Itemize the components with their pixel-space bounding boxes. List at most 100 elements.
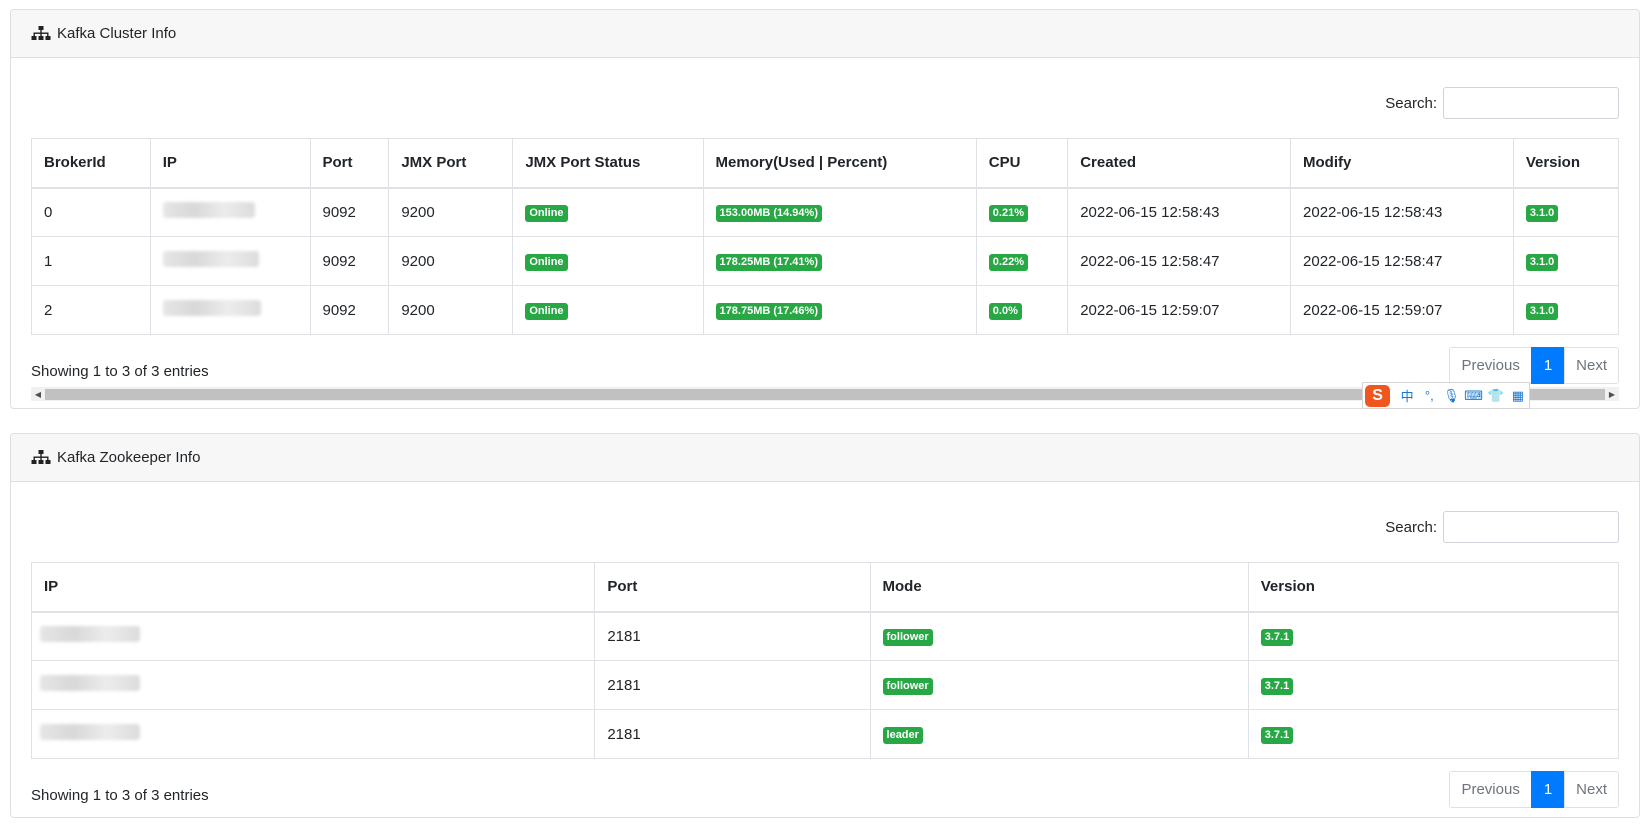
col-ip[interactable]: IP (31, 562, 596, 613)
zookeeper-entries-info: Showing 1 to 3 of 3 entries (31, 786, 209, 804)
mode-badge: leader (882, 726, 923, 744)
created-cell: 2022-06-15 12:58:43 (1067, 187, 1292, 237)
redacted-ip (40, 724, 140, 740)
cpu-cell: 0.22% (975, 236, 1069, 286)
cpu-cell: 0.21% (975, 187, 1069, 237)
port-cell: 2181 (594, 709, 871, 759)
cluster-search-label: Search: (1385, 94, 1437, 112)
status-badge: Online (525, 253, 568, 271)
port-cell: 2181 (594, 611, 871, 661)
status-badge: Online (525, 302, 568, 320)
redacted-ip (162, 251, 259, 267)
table-row: 0 9092 9200 Online 153.00MB (14.94%) 0.2… (31, 187, 1619, 237)
broker-id-cell: 1 (31, 236, 151, 286)
modify-cell: 2022-06-15 12:58:47 (1290, 236, 1514, 286)
scroll-right-icon[interactable]: ▶ (1605, 390, 1619, 399)
version-cell: 3.1.0 (1512, 285, 1619, 335)
col-jmx-port[interactable]: JMX Port (388, 138, 514, 189)
col-port[interactable]: Port (309, 138, 390, 189)
cpu-badge: 0.0% (988, 302, 1022, 320)
cluster-header-row: BrokerId IP Port JMX Port JMX Port Statu… (31, 138, 1619, 189)
previous-button[interactable]: Previous (1449, 346, 1532, 384)
redacted-ip (162, 202, 255, 219)
zookeeper-search: Search: (31, 482, 1619, 552)
col-port[interactable]: Port (594, 562, 871, 613)
mode-cell: follower (869, 660, 1249, 710)
mode-cell: leader (869, 709, 1249, 759)
punctuation-icon[interactable]: °, (1418, 388, 1440, 403)
jmx-status-cell: Online (512, 236, 704, 286)
memory-badge: 178.25MB (17.41%) (715, 253, 822, 271)
zookeeper-card-header: Kafka Zookeeper Info (11, 434, 1639, 482)
version-badge: 3.7.1 (1260, 628, 1294, 646)
cpu-cell: 0.0% (975, 285, 1069, 335)
cluster-info-card: Kafka Cluster Info Search: BrokerId IP P… (10, 9, 1640, 409)
table-row: 2 9092 9200 Online 178.75MB (17.46%) 0.0… (31, 285, 1619, 335)
broker-id-cell: 2 (31, 285, 151, 335)
memory-cell: 153.00MB (14.94%) (702, 187, 977, 237)
scroll-left-icon[interactable]: ◀ (31, 390, 45, 399)
sogou-logo-icon[interactable]: S (1365, 384, 1391, 407)
col-ip[interactable]: IP (149, 138, 311, 189)
microphone-icon[interactable]: 🎙 (1440, 388, 1462, 404)
port-cell: 9092 (309, 285, 390, 335)
version-badge: 3.1.0 (1525, 253, 1559, 271)
zookeeper-info-card: Kafka Zookeeper Info Search: IP Port Mod… (10, 433, 1640, 818)
ip-cell (149, 285, 311, 335)
cluster-table-wrap: BrokerId IP Port JMX Port JMX Port Statu… (31, 138, 1619, 335)
zookeeper-search-input[interactable] (1443, 511, 1619, 543)
zookeeper-search-label: Search: (1385, 518, 1437, 536)
page-1-button[interactable]: 1 (1530, 346, 1566, 384)
redacted-ip (40, 626, 140, 643)
jmx-port-cell: 9200 (388, 236, 514, 286)
memory-badge: 153.00MB (14.94%) (715, 204, 822, 222)
version-cell: 3.1.0 (1512, 236, 1619, 286)
cluster-table: BrokerId IP Port JMX Port JMX Port Statu… (31, 138, 1619, 335)
col-jmx-port-status[interactable]: JMX Port Status (512, 138, 704, 189)
table-row: 2181 follower 3.7.1 (31, 660, 1619, 710)
chinese-mode-icon[interactable]: 中 (1396, 386, 1418, 405)
col-cpu[interactable]: CPU (975, 138, 1069, 189)
memory-cell: 178.25MB (17.41%) (702, 236, 977, 286)
mode-cell: follower (869, 611, 1249, 661)
keyboard-icon[interactable]: ⌨ (1463, 388, 1485, 404)
ip-cell (149, 236, 311, 286)
ime-toolbar[interactable]: S 中 °, 🎙 ⌨ 👕 ▦ (1362, 382, 1530, 409)
created-cell: 2022-06-15 12:59:07 (1067, 285, 1292, 335)
next-button[interactable]: Next (1564, 770, 1619, 808)
port-cell: 9092 (309, 236, 390, 286)
redacted-ip (40, 675, 140, 691)
version-badge: 3.1.0 (1525, 204, 1559, 222)
next-button[interactable]: Next (1564, 346, 1619, 384)
page-1-button[interactable]: 1 (1530, 770, 1566, 808)
jmx-port-cell: 9200 (388, 187, 514, 237)
col-memory[interactable]: Memory(Used | Percent) (702, 138, 977, 189)
version-cell: 3.1.0 (1512, 187, 1619, 237)
jmx-status-cell: Online (512, 285, 704, 335)
port-cell: 2181 (594, 660, 871, 710)
col-modify[interactable]: Modify (1290, 138, 1514, 189)
cluster-entries-info: Showing 1 to 3 of 3 entries (31, 362, 209, 380)
col-created[interactable]: Created (1067, 138, 1292, 189)
created-cell: 2022-06-15 12:58:47 (1067, 236, 1292, 286)
ip-cell (31, 611, 596, 661)
apps-grid-icon[interactable]: ▦ (1507, 388, 1529, 404)
redacted-ip (162, 300, 261, 316)
cluster-pagination: Previous 1 Next (1449, 346, 1619, 384)
modify-cell: 2022-06-15 12:58:43 (1290, 187, 1514, 237)
sitemap-icon (31, 449, 51, 464)
col-broker-id[interactable]: BrokerId (31, 138, 151, 189)
sitemap-icon (31, 25, 51, 40)
cpu-badge: 0.22% (988, 253, 1028, 271)
cluster-search: Search: (31, 58, 1619, 128)
version-badge: 3.7.1 (1260, 677, 1294, 695)
cluster-search-input[interactable] (1443, 87, 1619, 119)
port-cell: 9092 (309, 187, 390, 237)
previous-button[interactable]: Previous (1449, 770, 1532, 808)
col-version[interactable]: Version (1247, 562, 1619, 613)
col-version[interactable]: Version (1512, 138, 1619, 189)
col-mode[interactable]: Mode (869, 562, 1249, 613)
zookeeper-footer: Showing 1 to 3 of 3 entries Previous 1 N… (31, 769, 1619, 809)
skin-icon[interactable]: 👕 (1485, 388, 1507, 404)
mode-badge: follower (882, 628, 933, 646)
